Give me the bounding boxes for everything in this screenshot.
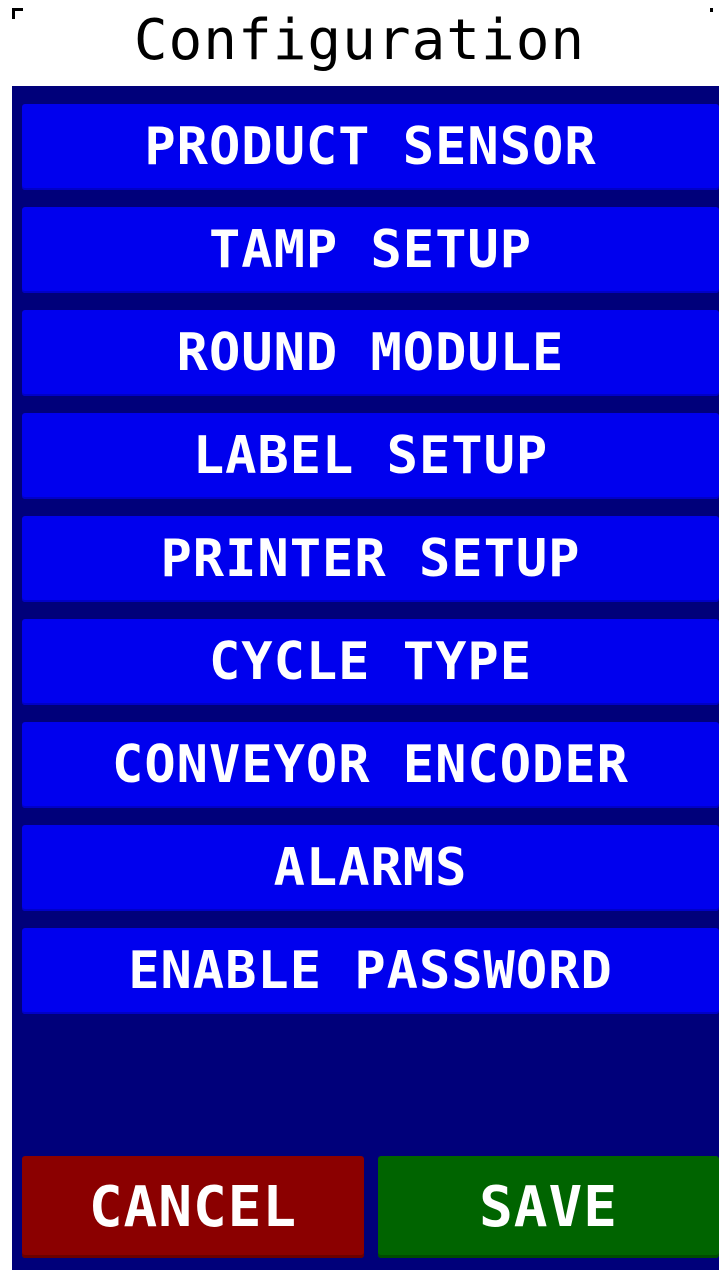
menu-item-round-module[interactable]: ROUND MODULE: [22, 310, 719, 396]
menu-item-label: ALARMS: [273, 838, 468, 898]
menu-item-label: CYCLE TYPE: [208, 632, 533, 692]
menu-item-conveyor-encoder[interactable]: CONVEYOR ENCODER: [22, 722, 719, 808]
menu-list: PRODUCT SENSOR TAMP SETUP ROUND MODULE L…: [22, 104, 719, 1031]
save-button-label: SAVE: [479, 1174, 618, 1240]
page-title: Configuration: [133, 7, 586, 73]
cancel-button[interactable]: CANCEL: [22, 1156, 364, 1258]
configuration-panel: PRODUCT SENSOR TAMP SETUP ROUND MODULE L…: [12, 86, 719, 1270]
menu-item-label: TAMP SETUP: [208, 220, 533, 280]
menu-item-label: CONVEYOR ENCODER: [112, 735, 629, 795]
menu-item-label: PRINTER SETUP: [160, 529, 581, 589]
save-button[interactable]: SAVE: [378, 1156, 719, 1258]
title-bar: Configuration: [0, 0, 719, 86]
cancel-button-label: CANCEL: [88, 1174, 298, 1240]
menu-item-label: LABEL SETUP: [192, 426, 549, 486]
menu-item-label: ROUND MODULE: [176, 323, 565, 383]
menu-item-tamp-setup[interactable]: TAMP SETUP: [22, 207, 719, 293]
menu-item-label: ENABLE PASSWORD: [128, 941, 613, 1001]
menu-item-enable-password[interactable]: ENABLE PASSWORD: [22, 928, 719, 1014]
menu-item-alarms[interactable]: ALARMS: [22, 825, 719, 911]
menu-item-printer-setup[interactable]: PRINTER SETUP: [22, 516, 719, 602]
menu-item-label-setup[interactable]: LABEL SETUP: [22, 413, 719, 499]
menu-item-cycle-type[interactable]: CYCLE TYPE: [22, 619, 719, 705]
menu-item-product-sensor[interactable]: PRODUCT SENSOR: [22, 104, 719, 190]
menu-item-label: PRODUCT SENSOR: [144, 117, 597, 177]
